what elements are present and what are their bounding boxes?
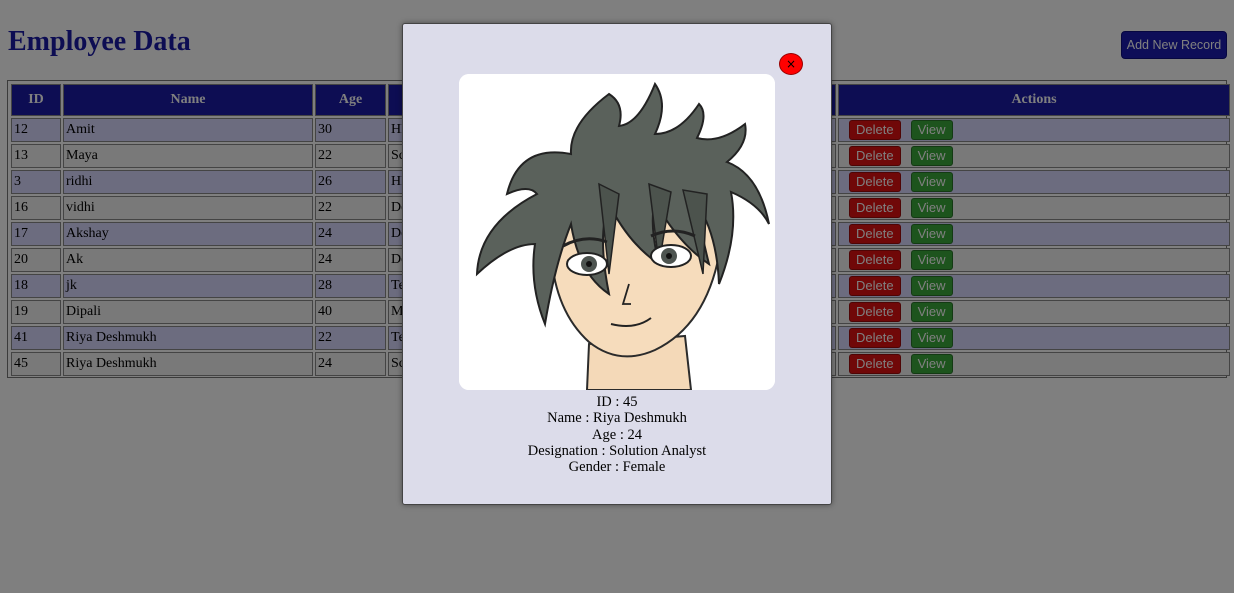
detail-name: Name : Riya Deshmukh [547, 410, 687, 427]
close-button[interactable]: × [779, 53, 803, 75]
detail-designation: Designation : Solution Analyst [527, 442, 707, 459]
avatar-image [459, 74, 775, 390]
detail-gender: Gender : Female [568, 459, 666, 476]
detail-age: Age : 24 [592, 426, 642, 443]
detail-id: ID : 45 [596, 394, 638, 410]
employee-detail-modal: × ID: 45 Name: Riya Deshmukh Age: 24 … [402, 23, 832, 505]
employee-photo [459, 74, 775, 390]
employee-details: ID : 45 Name : Riya Deshmukh Age : 24 De… [403, 394, 831, 475]
